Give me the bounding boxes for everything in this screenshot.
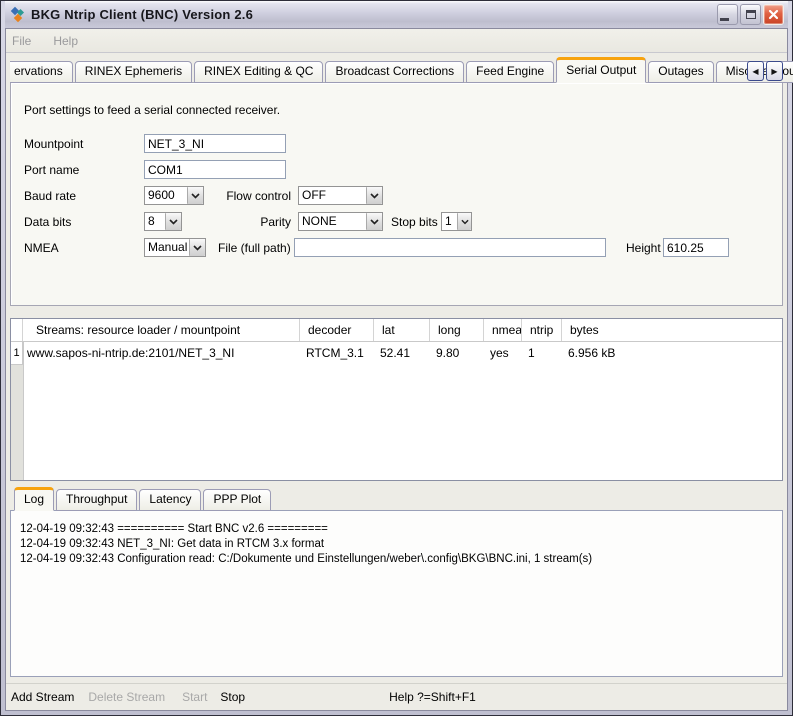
help-shortcut-label: Help ?=Shift+F1 xyxy=(389,690,476,704)
data-bits-label: Data bits xyxy=(24,215,71,229)
window-title: BKG Ntrip Client (BNC) Version 2.6 xyxy=(31,7,253,22)
add-stream-button[interactable]: Add Stream xyxy=(11,690,74,704)
mountpoint-input[interactable] xyxy=(144,134,286,153)
stream-long-cell: 9.80 xyxy=(430,342,484,365)
maximize-icon xyxy=(746,10,756,19)
start-button[interactable]: Start xyxy=(182,690,207,704)
chevron-down-icon xyxy=(165,213,181,230)
stream-bytes-cell: 6.956 kB xyxy=(562,342,782,365)
maximize-button[interactable] xyxy=(740,4,761,25)
footer-button-bar: Add Stream Delete Stream Start Stop Help… xyxy=(6,683,787,710)
port-name-label: Port name xyxy=(24,163,79,177)
nmea-select[interactable]: Manual xyxy=(144,238,206,257)
log-tab-bar: Log Throughput Latency PPP Plot xyxy=(10,487,783,511)
client-area: File Help ervations RINEX Ephemeris RINE… xyxy=(5,28,788,711)
parity-label: Parity xyxy=(191,215,291,229)
mountpoint-label: Mountpoint xyxy=(24,137,83,151)
stream-ntrip-cell: 1 xyxy=(522,342,562,365)
chevron-down-icon xyxy=(366,187,382,204)
chevron-down-icon xyxy=(366,213,382,230)
minimize-icon xyxy=(720,18,729,21)
tab-serial-output[interactable]: Serial Output xyxy=(556,57,646,83)
log-line: 12-04-19 09:32:43 ========== Start BNC v… xyxy=(20,522,774,537)
nmea-label: NMEA xyxy=(24,241,59,255)
tab-log[interactable]: Log xyxy=(14,487,54,511)
data-bits-select[interactable]: 8 xyxy=(144,212,182,231)
streams-table-body: 1 www.sapos-ni-ntrip.de:2101/NET_3_NI RT… xyxy=(11,342,782,480)
file-path-input[interactable] xyxy=(294,238,606,257)
height-label: Height xyxy=(626,241,661,255)
tab-latency[interactable]: Latency xyxy=(139,489,201,511)
menu-help[interactable]: Help xyxy=(53,34,78,48)
stream-mountpoint-cell: www.sapos-ni-ntrip.de:2101/NET_3_NI xyxy=(23,342,300,365)
row-header-corner xyxy=(11,319,23,341)
stop-bits-label: Stop bits xyxy=(391,215,438,229)
tab-throughput[interactable]: Throughput xyxy=(56,489,137,511)
chevron-down-icon xyxy=(189,239,205,256)
stream-nmea-cell: yes xyxy=(484,342,522,365)
log-output: 12-04-19 09:32:43 ========== Start BNC v… xyxy=(10,510,783,677)
height-input[interactable] xyxy=(663,238,729,257)
col-header-streams: Streams: resource loader / mountpoint xyxy=(23,319,300,341)
tab-rinex-editing-qc[interactable]: RINEX Editing & QC xyxy=(194,61,323,83)
tab-ppp-plot[interactable]: PPP Plot xyxy=(203,489,271,511)
log-line: 12-04-19 09:32:43 NET_3_NI: Get data in … xyxy=(20,537,774,552)
tab-observations[interactable]: ervations xyxy=(10,61,73,83)
port-name-input[interactable] xyxy=(144,160,286,179)
baud-rate-label: Baud rate xyxy=(24,189,76,203)
close-button[interactable] xyxy=(763,4,784,25)
delete-stream-button[interactable]: Delete Stream xyxy=(88,690,165,704)
parity-select[interactable]: NONE xyxy=(298,212,383,231)
col-header-long: long xyxy=(430,319,484,341)
tab-feed-engine[interactable]: Feed Engine xyxy=(466,61,554,83)
tab-scroll-right-icon[interactable]: ▶ xyxy=(766,61,783,81)
row-number: 1 xyxy=(11,342,23,365)
tab-scroll-left-icon[interactable]: ◀ xyxy=(747,61,764,81)
flow-control-label: Flow control xyxy=(191,189,291,203)
stream-lat-cell: 52.41 xyxy=(374,342,430,365)
flow-control-select[interactable]: OFF xyxy=(298,186,383,205)
col-header-nmea: nmea xyxy=(484,319,522,341)
col-header-ntrip: ntrip xyxy=(522,319,562,341)
file-path-label: File (full path) xyxy=(218,241,291,255)
app-icon xyxy=(9,6,26,23)
stop-button[interactable]: Stop xyxy=(220,690,245,704)
title-bar: BKG Ntrip Client (BNC) Version 2.6 xyxy=(5,1,788,28)
col-header-decoder: decoder xyxy=(300,319,374,341)
menu-file[interactable]: File xyxy=(12,34,31,48)
col-header-bytes: bytes xyxy=(562,319,782,341)
tab-rinex-ephemeris[interactable]: RINEX Ephemeris xyxy=(75,61,192,83)
log-line: 12-04-19 09:32:43 Configuration read: C:… xyxy=(20,552,774,567)
tab-outages[interactable]: Outages xyxy=(648,61,713,83)
close-icon xyxy=(768,9,779,20)
minimize-button[interactable] xyxy=(717,4,738,25)
serial-output-pane: Port settings to feed a serial connected… xyxy=(10,82,783,306)
tab-broadcast-corrections[interactable]: Broadcast Corrections xyxy=(325,61,464,83)
streams-table: Streams: resource loader / mountpoint de… xyxy=(10,318,783,481)
menu-bar: File Help xyxy=(6,29,787,53)
app-window: BKG Ntrip Client (BNC) Version 2.6 File … xyxy=(0,0,793,716)
streams-table-header: Streams: resource loader / mountpoint de… xyxy=(11,319,782,342)
stream-decoder-cell: RTCM_3.1 xyxy=(300,342,374,365)
main-tab-bar: ervations RINEX Ephemeris RINEX Editing … xyxy=(10,57,783,83)
table-row[interactable]: 1 www.sapos-ni-ntrip.de:2101/NET_3_NI RT… xyxy=(11,342,782,365)
col-header-lat: lat xyxy=(374,319,430,341)
stop-bits-select[interactable]: 1 xyxy=(441,212,472,231)
chevron-down-icon xyxy=(457,213,471,230)
pane-description: Port settings to feed a serial connected… xyxy=(24,103,280,117)
